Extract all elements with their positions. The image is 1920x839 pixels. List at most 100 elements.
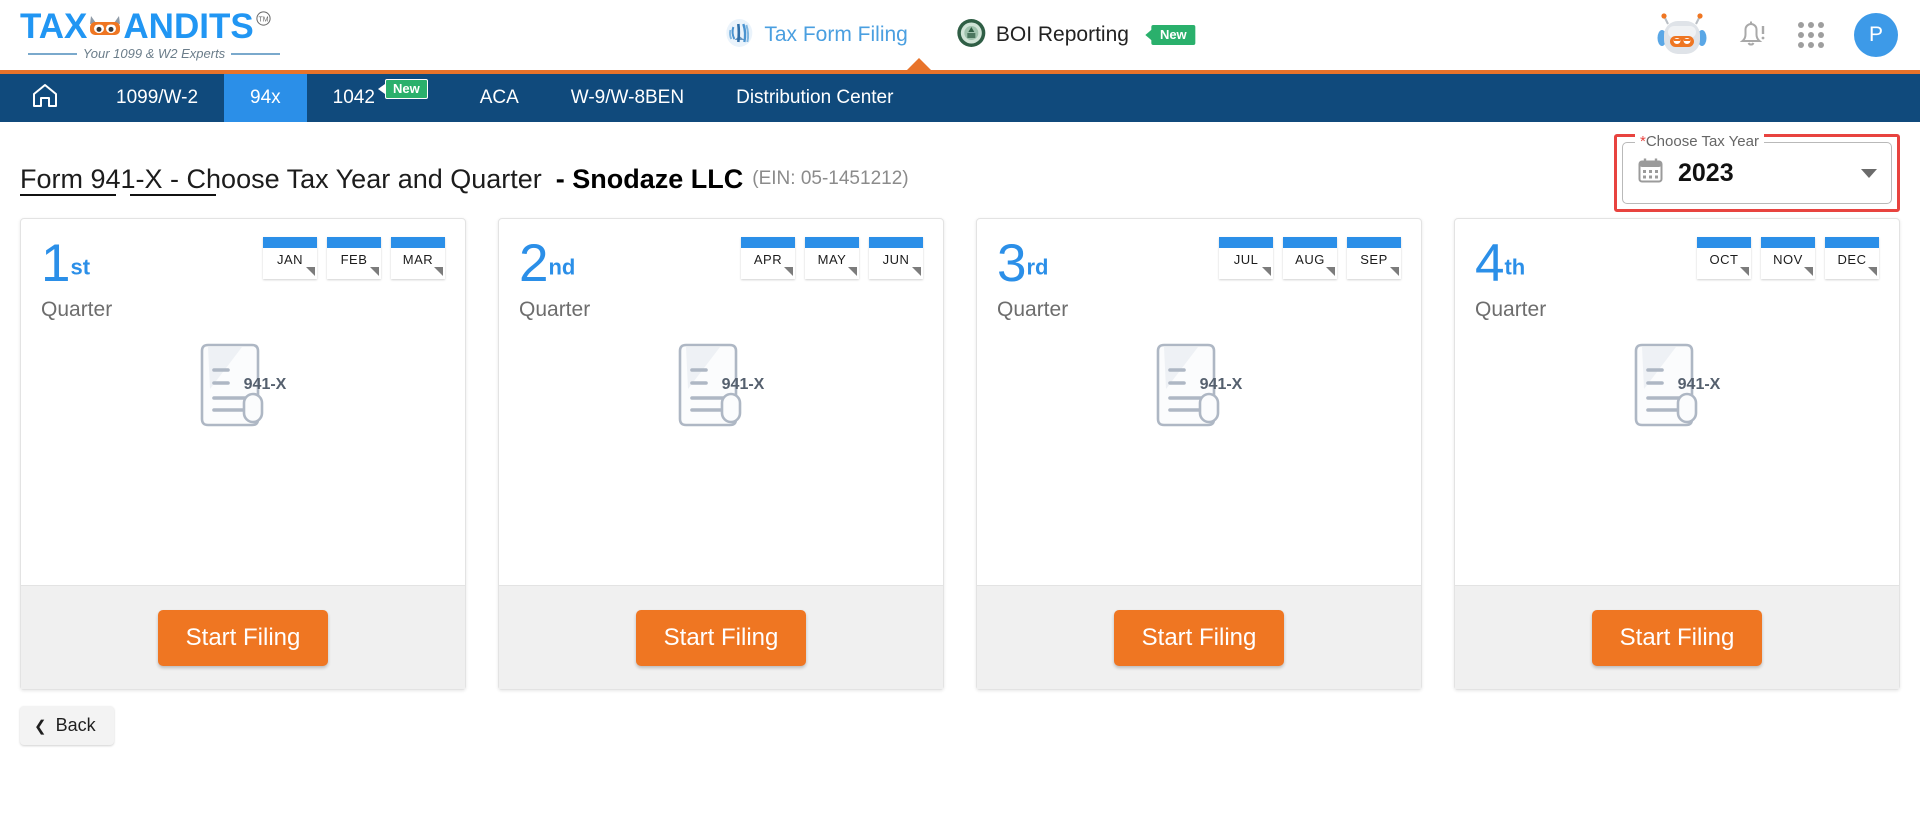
header-primary-nav: Tax Form Filing BOI Reporting New [724,18,1196,53]
quarter-card-3[interactable]: 3rd Quarter JUL AUG SEP 941-X Start Fili… [976,218,1422,690]
document-label: 941-X [243,376,287,393]
chevron-down-icon[interactable] [1861,168,1877,178]
tax-year-value: 2023 [1678,158,1734,187]
month-chip: NOV [1761,237,1815,279]
quarter-months: APR MAY JUN [741,237,923,279]
quarter-card-1[interactable]: 1st Quarter JAN FEB MAR 941-X Start Fili… [20,218,466,690]
user-avatar[interactable]: P [1854,13,1898,57]
header-item-boi-reporting[interactable]: BOI Reporting New [956,18,1196,53]
nav-item-aca[interactable]: ACA [454,74,545,122]
app-header: TAX ANDITS TM Your 1099 & W2 Experts Tax… [0,0,1920,70]
quarter-number-ordinal: nd [548,254,576,280]
company-name: - Snodaze LLC [555,163,744,194]
quarter-card-list: 1st Quarter JAN FEB MAR 941-X Start Fili… [0,218,1920,690]
chat-bot-icon[interactable] [1656,12,1708,58]
tax-year-legend: *Choose Tax Year [1635,133,1764,150]
nav-item-label: Distribution Center [736,87,894,108]
document-941x-icon: 941-X [21,339,465,431]
nav-item-label: 1042 [332,87,375,108]
document-label: 941-X [1677,376,1721,393]
tax-year-legend-text: Choose Tax Year [1645,133,1759,150]
secondary-nav: 1099/W-2 94x 1042 New ACA W-9/W-8BEN Dis… [0,74,1920,122]
notification-bell-icon[interactable] [1738,19,1768,51]
back-button[interactable]: ❮ Back [20,706,114,745]
month-chip: DEC [1825,237,1879,279]
quarter-months: OCT NOV DEC [1697,237,1879,279]
month-chip: APR [741,237,795,279]
quarter-card-2[interactable]: 2nd Quarter APR MAY JUN 941-X Start Fili… [498,218,944,690]
month-chip: JUN [869,237,923,279]
month-chip: MAY [805,237,859,279]
document-label: 941-X [1199,376,1243,393]
start-filing-button[interactable]: Start Filing [157,609,329,666]
header-actions: P [1656,12,1898,58]
nav-item-1042[interactable]: 1042 New [307,74,454,122]
nav-item-w9-w8ben[interactable]: W-9/W-8BEN [545,74,710,122]
calendar-icon [1637,157,1664,189]
nav-new-badge: New [384,79,428,99]
quarter-card-footer: Start Filing [977,585,1421,689]
logo-text-left: TAX [20,7,88,46]
tagline-rule-left [28,52,77,55]
logo-tagline: Your 1099 & W2 Experts [82,46,226,61]
tax-year-select[interactable]: *Choose Tax Year 2023 [1622,133,1892,204]
quarter-label: Quarter [519,298,591,321]
month-chip: OCT [1697,237,1751,279]
nav-item-label: W-9/W-8BEN [570,87,685,108]
home-icon [30,81,60,115]
document-label: 941-X [721,376,765,393]
chevron-left-icon: ❮ [34,717,47,735]
apps-grid-icon[interactable] [1798,22,1824,48]
header-item-label: BOI Reporting [995,23,1129,46]
month-chip: MAR [391,237,445,279]
logo-text-right: ANDITS [123,7,254,46]
quarter-label: Quarter [41,298,113,321]
nav-item-94x[interactable]: 94x [224,74,307,122]
company-ein: (EIN: 05-1451212) [752,168,909,189]
page-footer: ❮ Back [0,690,1920,745]
quarter-number: 2nd [519,237,590,290]
irs-logo-icon [724,18,754,53]
title-underline-decoration [20,194,216,196]
quarter-number-value: 1 [41,234,71,293]
page-title-row: Form 941-X - Choose Tax Year and Quarter… [0,122,1920,214]
quarter-number-ordinal: st [70,254,91,280]
quarter-number-value: 4 [1475,234,1505,293]
tagline-rule-right [231,52,281,55]
start-filing-button[interactable]: Start Filing [1591,609,1763,666]
header-item-tax-form-filing[interactable]: Tax Form Filing [724,18,908,53]
quarter-number: 1st [41,237,112,290]
quarter-card-body: 1st Quarter JAN FEB MAR 941-X [21,219,465,585]
quarter-card-body: 2nd Quarter APR MAY JUN 941-X [499,219,943,585]
quarter-label: Quarter [997,298,1069,321]
quarter-number-ordinal: rd [1026,254,1049,280]
month-chip: SEP [1347,237,1401,279]
quarter-months: JAN FEB MAR [263,237,445,279]
document-941x-icon: 941-X [1455,339,1899,431]
month-chip: FEB [327,237,381,279]
header-item-label: Tax Form Filing [764,23,908,46]
quarter-card-4[interactable]: 4th Quarter OCT NOV DEC 941-X Start Fili… [1454,218,1900,690]
nav-item-label: 1099/W-2 [116,87,199,108]
tax-year-highlight: *Choose Tax Year 2023 [1614,133,1900,212]
nav-item-distribution-center[interactable]: Distribution Center [710,74,919,122]
month-chip: JAN [263,237,317,279]
quarter-number: 4th [1475,237,1546,290]
taxbandits-logo[interactable]: TAX ANDITS TM Your 1099 & W2 Experts [20,7,281,61]
month-chip: AUG [1283,237,1337,279]
bandit-mask-icon [88,13,122,44]
start-filing-button[interactable]: Start Filing [1113,609,1285,666]
nav-item-1099-w2[interactable]: 1099/W-2 [90,74,224,122]
quarter-card-body: 4th Quarter OCT NOV DEC 941-X [1455,219,1899,585]
quarter-number-ordinal: th [1504,254,1526,280]
start-filing-button[interactable]: Start Filing [635,609,807,666]
nav-item-home[interactable] [0,74,90,122]
quarter-months: JUL AUG SEP [1219,237,1401,279]
secondary-nav-strip: 1099/W-2 94x 1042 New ACA W-9/W-8BEN Dis… [0,58,1920,122]
fincen-seal-icon [956,18,986,53]
back-button-label: Back [55,715,96,735]
document-941x-icon: 941-X [977,339,1421,431]
quarter-number-value: 2 [519,234,549,293]
quarter-number: 3rd [997,237,1068,290]
nav-item-label: ACA [479,87,519,108]
